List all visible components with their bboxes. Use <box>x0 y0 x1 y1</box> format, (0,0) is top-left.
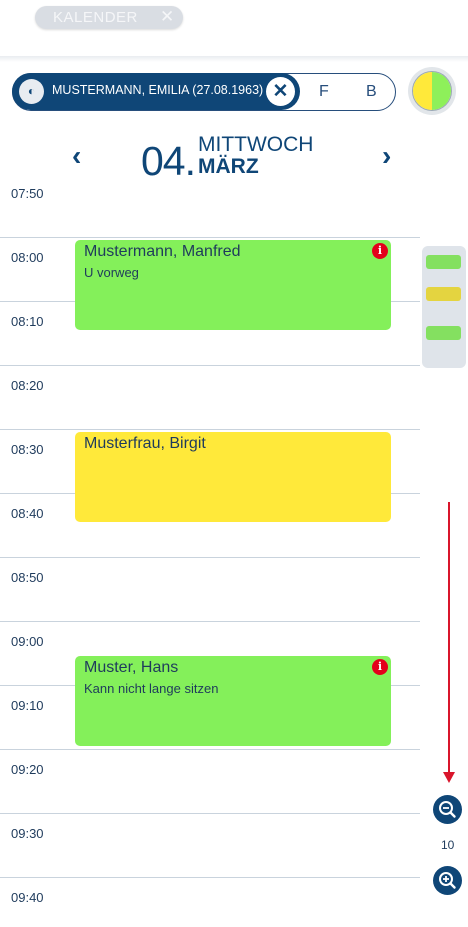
next-day-button[interactable]: › <box>382 140 391 172</box>
date-day: 04. <box>141 138 196 184</box>
scroll-arrow-head-icon <box>443 772 455 783</box>
time-slot-divider <box>0 557 420 558</box>
time-slot-label: 08:00 <box>11 250 44 265</box>
zoom-level: 10 <box>441 838 455 852</box>
minimap-block <box>426 326 461 340</box>
time-slot-label: 08:20 <box>11 378 44 393</box>
top-bar: KALENDER ✕ <box>0 0 468 56</box>
time-slot-label: 08:50 <box>11 570 44 585</box>
time-slot-label: 09:20 <box>11 762 44 777</box>
zoom-out-button[interactable] <box>433 795 462 824</box>
time-slot-label: 08:10 <box>11 314 44 329</box>
time-slot-divider <box>0 813 420 814</box>
time-slot-divider <box>0 877 420 878</box>
tab-kalender-label: KALENDER <box>53 9 138 26</box>
status-half-right <box>432 72 451 110</box>
patient-selector[interactable]: ◐ MUSTERMANN, EMILIA (27.08.1963) ✕ F B <box>12 73 396 111</box>
appointment-note: Kann nicht lange sitzen <box>84 681 219 696</box>
time-slot-label: 07:50 <box>11 186 44 201</box>
info-icon[interactable]: i <box>372 659 388 675</box>
time-slot-label: 09:40 <box>11 890 44 905</box>
time-slot-label: 09:10 <box>11 698 44 713</box>
time-slot-divider <box>0 749 420 750</box>
header-divider <box>0 56 468 62</box>
patient-close-icon[interactable]: ✕ <box>266 77 295 106</box>
date-month: MÄRZ <box>198 155 259 178</box>
zoom-in-icon <box>439 872 456 889</box>
prev-day-button[interactable]: ‹ <box>72 140 81 172</box>
status-half-left <box>413 72 432 110</box>
minimap-block <box>426 287 461 301</box>
status-split-icon <box>412 71 452 111</box>
time-slot-label: 08:30 <box>11 442 44 457</box>
time-slot-label: 08:40 <box>11 506 44 521</box>
zoom-out-icon <box>439 801 456 818</box>
appointment-card[interactable]: Musterfrau, Birgit <box>75 432 391 522</box>
appointment-name: Musterfrau, Birgit <box>84 435 206 452</box>
appointment-card[interactable]: Mustermann, Manfred U vorweg i <box>75 240 391 330</box>
info-icon[interactable]: i <box>372 243 388 259</box>
appointment-name: Muster, Hans <box>84 659 179 676</box>
time-slot-divider <box>0 237 420 238</box>
appointment-note: U vorweg <box>84 265 139 280</box>
time-slot-label: 09:30 <box>11 826 44 841</box>
date-weekday: MITTWOCH <box>198 133 314 156</box>
patient-pill[interactable]: ◐ MUSTERMANN, EMILIA (27.08.1963) ✕ <box>12 73 300 110</box>
scroll-arrow-line <box>448 502 450 776</box>
patient-avatar-icon: ◐ <box>19 79 44 104</box>
patient-status-indicator[interactable] <box>408 67 456 115</box>
time-slot-divider <box>0 365 420 366</box>
zoom-in-button[interactable] <box>433 866 462 895</box>
filter-b-button[interactable]: B <box>366 83 377 101</box>
tab-kalender[interactable]: KALENDER ✕ <box>35 6 183 29</box>
time-slot-divider <box>0 429 420 430</box>
filter-f-button[interactable]: F <box>319 83 329 101</box>
patient-name: MUSTERMANN, EMILIA (27.08.1963) <box>52 83 264 97</box>
appointment-name: Mustermann, Manfred <box>84 243 241 260</box>
minimap-block <box>426 255 461 269</box>
day-overview-minimap[interactable] <box>422 246 466 368</box>
appointment-card[interactable]: Muster, Hans Kann nicht lange sitzen i <box>75 656 391 746</box>
tab-close-icon[interactable]: ✕ <box>160 7 174 27</box>
time-slot-label: 09:00 <box>11 634 44 649</box>
time-slot-divider <box>0 621 420 622</box>
